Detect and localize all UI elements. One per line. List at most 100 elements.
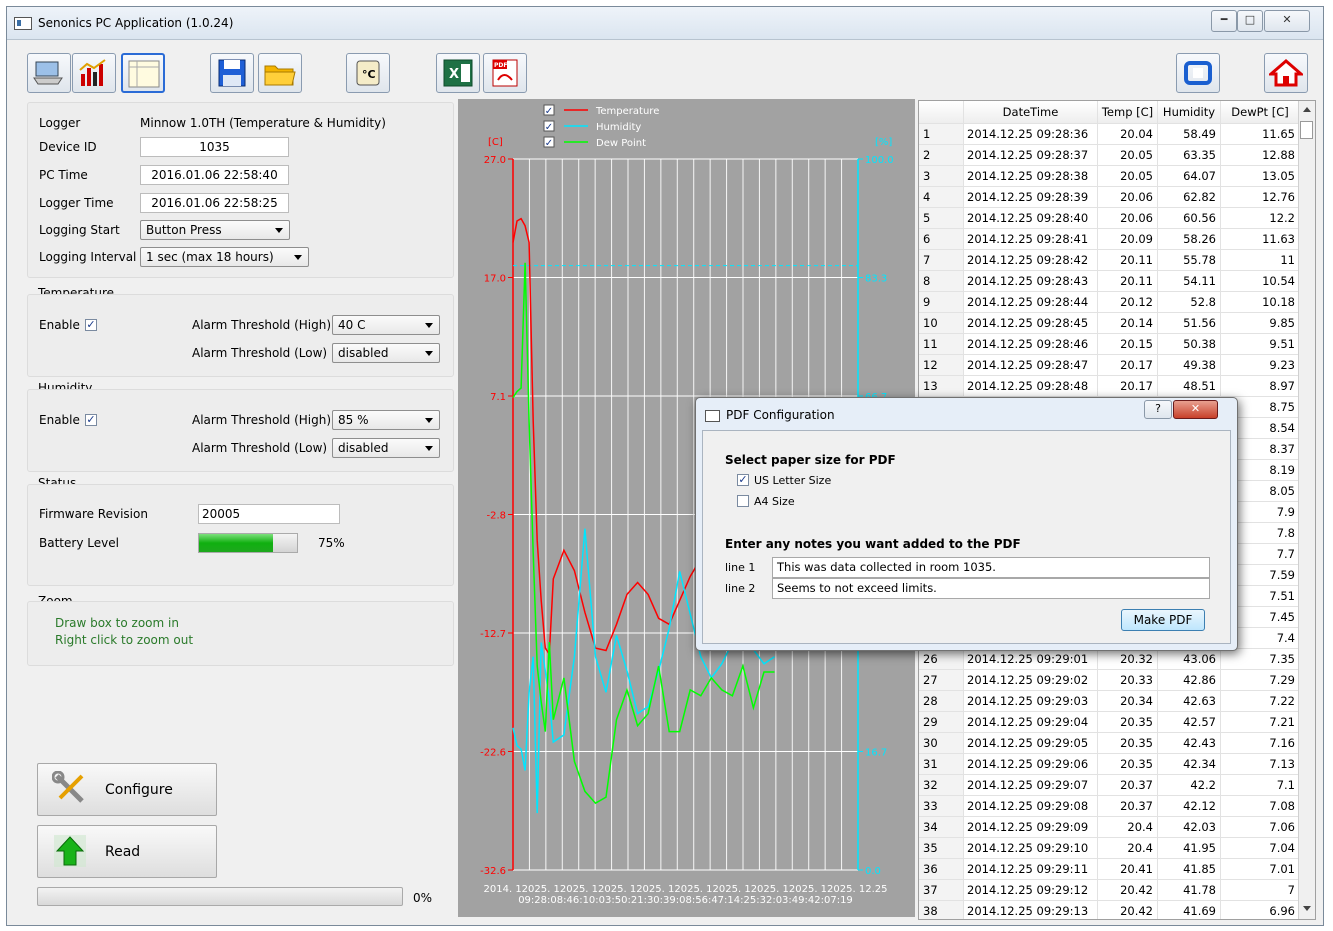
table-row[interactable]: 26 2014.12.25 09:29:01 20.32 43.06 7.35 (919, 648, 1300, 670)
table-row[interactable]: 13 2014.12.25 09:28:48 20.17 48.51 8.97 (919, 375, 1300, 397)
datetime-cell: 2014.12.25 09:29:06 (963, 753, 1098, 775)
temperature-low-label: Alarm Threshold (Low) (192, 346, 328, 360)
help-button[interactable]: ? (1144, 400, 1172, 419)
table-row[interactable]: 28 2014.12.25 09:29:03 20.34 42.63 7.22 (919, 690, 1300, 712)
scroll-thumb[interactable] (1300, 121, 1313, 139)
logger-label: Logger (39, 116, 81, 130)
header-datetime[interactable]: DateTime (963, 101, 1098, 124)
header-temp[interactable]: Temp [C] (1097, 101, 1158, 124)
temperature-high-select[interactable]: 40 C (332, 315, 440, 335)
table-row[interactable]: 12 2014.12.25 09:28:47 20.17 49.38 9.23 (919, 354, 1300, 376)
us-letter-checkbox[interactable]: ✓ (737, 474, 749, 486)
row-number: 7 (919, 249, 964, 271)
dewpt-cell: 12.2 (1220, 207, 1300, 229)
table-row[interactable]: 4 2014.12.25 09:28:39 20.06 62.82 12.76 (919, 186, 1300, 208)
read-button[interactable]: Read (37, 825, 217, 878)
table-row[interactable]: 29 2014.12.25 09:29:04 20.35 42.57 7.21 (919, 711, 1300, 733)
table-row[interactable]: 1 2014.12.25 09:28:36 20.04 58.49 11.65 (919, 123, 1300, 145)
table-view-button[interactable] (121, 53, 165, 93)
logging-interval-select[interactable]: 1 sec (max 18 hours) (140, 247, 309, 267)
table-row[interactable]: 35 2014.12.25 09:29:10 20.4 41.95 7.04 (919, 837, 1300, 859)
left-tick-label: 7.1 (490, 392, 506, 403)
export-pdf-button[interactable]: PDF (483, 53, 527, 93)
header-humidity[interactable]: Humidity (1157, 101, 1221, 124)
a4-checkbox[interactable] (737, 495, 749, 507)
table-row[interactable]: 2 2014.12.25 09:28:37 20.05 63.35 12.88 (919, 144, 1300, 166)
home-button[interactable] (1264, 53, 1308, 93)
datetime-cell: 2014.12.25 09:29:11 (963, 858, 1098, 880)
row-number: 27 (919, 669, 964, 691)
humidity-enable-checkbox[interactable]: ✓ (85, 414, 97, 426)
table-row[interactable]: 34 2014.12.25 09:29:09 20.4 42.03 7.06 (919, 816, 1300, 838)
table-row[interactable]: 5 2014.12.25 09:28:40 20.06 60.56 12.2 (919, 207, 1300, 229)
x-tick-labels-line2: 09:28:08:46:10:03:50:21:30:39:08:56:47:1… (518, 895, 853, 906)
temp-cell: 20.4 (1097, 816, 1158, 838)
table-row[interactable]: 10 2014.12.25 09:28:45 20.14 51.56 9.85 (919, 312, 1300, 334)
table-row[interactable]: 36 2014.12.25 09:29:11 20.41 41.85 7.01 (919, 858, 1300, 880)
make-pdf-button[interactable]: Make PDF (1121, 609, 1205, 631)
table-row[interactable]: 11 2014.12.25 09:28:46 20.15 50.38 9.51 (919, 333, 1300, 355)
note-line2-input[interactable]: Seems to not exceed limits. (772, 578, 1210, 599)
close-window-button[interactable]: ✕ (1264, 10, 1310, 32)
logging-start-select[interactable]: Button Press (140, 220, 290, 240)
dialog-app-icon (705, 410, 720, 422)
datetime-cell: 2014.12.25 09:28:41 (963, 228, 1098, 250)
export-excel-button[interactable]: X (436, 53, 480, 93)
temp-cell: 20.42 (1097, 879, 1158, 901)
device-id-field[interactable]: 1035 (140, 137, 289, 157)
dewpt-cell: 12.88 (1220, 144, 1300, 166)
configure-button[interactable]: Configure (37, 763, 217, 816)
maximize-button[interactable]: □ (1237, 10, 1263, 32)
scroll-down-icon[interactable] (1303, 906, 1311, 911)
row-number: 12 (919, 354, 964, 376)
table-row[interactable]: 27 2014.12.25 09:29:02 20.33 42.86 7.29 (919, 669, 1300, 691)
humidity-low-select[interactable]: disabled (332, 438, 440, 458)
table-row[interactable]: 9 2014.12.25 09:28:44 20.12 52.8 10.18 (919, 291, 1300, 313)
temperature-enable-checkbox[interactable]: ✓ (85, 319, 97, 331)
device-id-label: Device ID (39, 140, 97, 154)
left-tick-label: 27.0 (484, 155, 506, 166)
line2-label: line 2 (725, 582, 756, 595)
row-number: 6 (919, 228, 964, 250)
table-row[interactable]: 7 2014.12.25 09:28:42 20.11 55.78 11 (919, 249, 1300, 271)
humidity-cell: 42.34 (1157, 753, 1221, 775)
humidity-cell: 41.78 (1157, 879, 1221, 901)
row-number: 10 (919, 312, 964, 334)
scroll-up-icon[interactable] (1303, 107, 1311, 112)
datetime-cell: 2014.12.25 09:29:12 (963, 879, 1098, 901)
table-row[interactable]: 33 2014.12.25 09:29:08 20.37 42.12 7.08 (919, 795, 1300, 817)
table-row[interactable]: 6 2014.12.25 09:28:41 20.09 58.26 11.63 (919, 228, 1300, 250)
table-row[interactable]: 31 2014.12.25 09:29:06 20.35 42.34 7.13 (919, 753, 1300, 775)
refresh-button[interactable] (1176, 53, 1220, 93)
table-row[interactable]: 38 2014.12.25 09:29:13 20.42 41.69 6.96 (919, 900, 1300, 919)
header-dewpt[interactable]: DewPt [C] (1220, 101, 1300, 124)
table-row[interactable]: 3 2014.12.25 09:28:38 20.05 64.07 13.05 (919, 165, 1300, 187)
dialog-close-button[interactable]: ✕ (1173, 400, 1218, 419)
table-row[interactable]: 37 2014.12.25 09:29:12 20.42 41.78 7 (919, 879, 1300, 901)
minimize-button[interactable]: ━ (1211, 10, 1237, 32)
temp-cell: 20.09 (1097, 228, 1158, 250)
humidity-high-select[interactable]: 85 % (332, 410, 440, 430)
table-row[interactable]: 30 2014.12.25 09:29:05 20.35 42.43 7.16 (919, 732, 1300, 754)
chart-view-button[interactable] (72, 53, 116, 93)
svg-text:X: X (449, 67, 459, 82)
logger-view-button[interactable] (27, 53, 71, 93)
row-number: 5 (919, 207, 964, 229)
dewpt-cell: 9.51 (1220, 333, 1300, 355)
humidity-cell: 42.12 (1157, 795, 1221, 817)
table-row[interactable]: 32 2014.12.25 09:29:07 20.37 42.2 7.1 (919, 774, 1300, 796)
dewpt-cell: 9.23 (1220, 354, 1300, 376)
temp-cell: 20.17 (1097, 354, 1158, 376)
battery-level-bar (198, 533, 298, 553)
save-button[interactable] (210, 53, 254, 93)
pc-time-label: PC Time (39, 168, 88, 182)
note-line1-input[interactable]: This was data collected in room 1035. (772, 557, 1210, 578)
table-row[interactable]: 8 2014.12.25 09:28:43 20.11 54.11 10.54 (919, 270, 1300, 292)
logger-time-label: Logger Time (39, 196, 114, 210)
temperature-low-select[interactable]: disabled (332, 343, 440, 363)
right-tick-label: 0.0 (865, 866, 881, 877)
open-button[interactable] (258, 53, 302, 93)
humidity-cell: 51.56 (1157, 312, 1221, 334)
temperature-unit-button[interactable]: °C (346, 53, 390, 93)
vertical-scrollbar[interactable] (1298, 101, 1315, 919)
